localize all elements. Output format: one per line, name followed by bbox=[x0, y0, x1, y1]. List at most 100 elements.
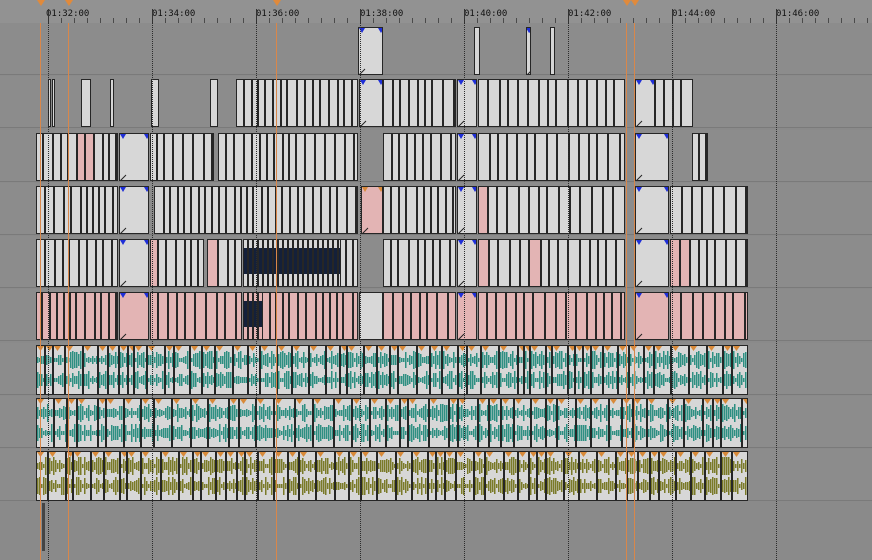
video-clip[interactable] bbox=[418, 239, 425, 287]
video-clip[interactable] bbox=[298, 292, 306, 340]
audio-clip[interactable] bbox=[161, 451, 179, 501]
video-clip[interactable] bbox=[746, 239, 748, 287]
audio-clip[interactable] bbox=[237, 451, 245, 501]
marker-flag-icon[interactable] bbox=[273, 0, 281, 6]
video-clip[interactable] bbox=[520, 239, 529, 287]
video-clip[interactable] bbox=[110, 79, 114, 127]
audio-clip[interactable] bbox=[597, 451, 616, 501]
audio-clip[interactable] bbox=[390, 345, 398, 395]
video-clip[interactable] bbox=[296, 133, 305, 181]
audio-clip[interactable] bbox=[458, 398, 478, 448]
audio-clip[interactable] bbox=[703, 398, 713, 448]
audio-clip[interactable] bbox=[546, 451, 564, 501]
audio-clip[interactable] bbox=[627, 451, 638, 501]
video-clip[interactable] bbox=[383, 239, 391, 287]
video-clip[interactable] bbox=[579, 133, 589, 181]
audio-clip[interactable] bbox=[48, 451, 66, 501]
audio-clip[interactable] bbox=[309, 345, 326, 395]
video-clip[interactable] bbox=[258, 79, 265, 127]
video-clip[interactable] bbox=[305, 79, 313, 127]
audio-clip[interactable] bbox=[190, 345, 202, 395]
video-clip[interactable] bbox=[361, 186, 383, 234]
video-clip[interactable] bbox=[353, 239, 358, 287]
video-clip[interactable] bbox=[526, 27, 531, 75]
video-clip[interactable] bbox=[273, 79, 281, 127]
fade-handle-icon[interactable] bbox=[458, 80, 476, 126]
video-clip[interactable] bbox=[236, 79, 244, 127]
audio-clip[interactable] bbox=[91, 451, 104, 501]
video-clip[interactable] bbox=[587, 79, 597, 127]
video-clip[interactable] bbox=[52, 79, 55, 127]
video-clip[interactable] bbox=[497, 186, 507, 234]
video-clip[interactable] bbox=[170, 186, 178, 234]
video-clip[interactable] bbox=[441, 133, 451, 181]
video-clip[interactable] bbox=[76, 292, 85, 340]
audio-clip[interactable] bbox=[514, 398, 531, 448]
video-clip[interactable] bbox=[359, 79, 383, 127]
video-clip[interactable] bbox=[217, 292, 225, 340]
video-clip[interactable] bbox=[282, 186, 290, 234]
video-clip[interactable] bbox=[508, 79, 518, 127]
video-clip[interactable] bbox=[96, 239, 103, 287]
video-track-3[interactable] bbox=[0, 130, 872, 182]
video-clip[interactable] bbox=[506, 292, 516, 340]
video-clip[interactable] bbox=[105, 186, 113, 234]
video-clip[interactable] bbox=[119, 239, 149, 287]
video-clip[interactable] bbox=[556, 292, 566, 340]
video-clip[interactable] bbox=[409, 79, 418, 127]
video-clip[interactable] bbox=[212, 186, 219, 234]
video-clip[interactable] bbox=[195, 292, 206, 340]
audio-clip[interactable] bbox=[531, 398, 546, 448]
audio-clip[interactable] bbox=[568, 345, 575, 395]
video-clip[interactable] bbox=[320, 79, 329, 127]
video-clip[interactable] bbox=[415, 133, 423, 181]
video-clip[interactable] bbox=[547, 133, 557, 181]
audio-clip[interactable] bbox=[147, 345, 165, 395]
video-clip[interactable] bbox=[423, 133, 431, 181]
video-clip[interactable] bbox=[391, 186, 399, 234]
audio-clip[interactable] bbox=[154, 398, 172, 448]
video-clip[interactable] bbox=[262, 292, 270, 340]
audio-clip[interactable] bbox=[622, 398, 633, 448]
video-clip[interactable] bbox=[81, 79, 91, 127]
video-clip[interactable] bbox=[682, 186, 692, 234]
video-clip[interactable] bbox=[715, 239, 726, 287]
video-clip[interactable] bbox=[681, 292, 693, 340]
audio-clip[interactable] bbox=[579, 451, 597, 501]
audio-clip[interactable] bbox=[377, 451, 396, 501]
audio-clip[interactable] bbox=[742, 398, 748, 448]
video-clip[interactable] bbox=[707, 239, 715, 287]
audio-clip[interactable] bbox=[504, 451, 518, 501]
audio-clip[interactable] bbox=[334, 398, 352, 448]
video-clip[interactable] bbox=[359, 292, 383, 340]
audio-clip[interactable] bbox=[478, 398, 489, 448]
audio-clip[interactable] bbox=[340, 345, 347, 395]
audio-clip[interactable] bbox=[732, 451, 748, 501]
audio-clip[interactable] bbox=[485, 451, 504, 501]
video-clip[interactable] bbox=[620, 133, 625, 181]
video-clip[interactable] bbox=[176, 239, 185, 287]
video-clip[interactable] bbox=[399, 186, 406, 234]
video-clip[interactable] bbox=[450, 239, 456, 287]
video-clip[interactable] bbox=[547, 186, 559, 234]
audio-clip[interactable] bbox=[671, 345, 689, 395]
timeline-marker-line[interactable] bbox=[626, 23, 627, 560]
video-clip[interactable] bbox=[580, 239, 590, 287]
video-clip[interactable] bbox=[289, 292, 298, 340]
video-clip[interactable] bbox=[53, 133, 61, 181]
audio-clip[interactable] bbox=[650, 451, 659, 501]
video-clip[interactable] bbox=[488, 79, 500, 127]
video-clip[interactable] bbox=[529, 186, 539, 234]
video-clip[interactable] bbox=[335, 133, 345, 181]
video-clip[interactable] bbox=[183, 133, 193, 181]
video-clip[interactable] bbox=[692, 186, 702, 234]
video-clip[interactable] bbox=[205, 186, 212, 234]
audio-clip[interactable] bbox=[456, 451, 474, 501]
video-clip[interactable] bbox=[613, 186, 625, 234]
fade-handle-icon[interactable] bbox=[458, 293, 476, 339]
video-clip[interactable] bbox=[289, 133, 296, 181]
audio-clip[interactable] bbox=[429, 398, 449, 448]
audio-clip[interactable] bbox=[481, 345, 499, 395]
video-clip[interactable] bbox=[580, 186, 592, 234]
video-clip[interactable] bbox=[403, 292, 411, 340]
